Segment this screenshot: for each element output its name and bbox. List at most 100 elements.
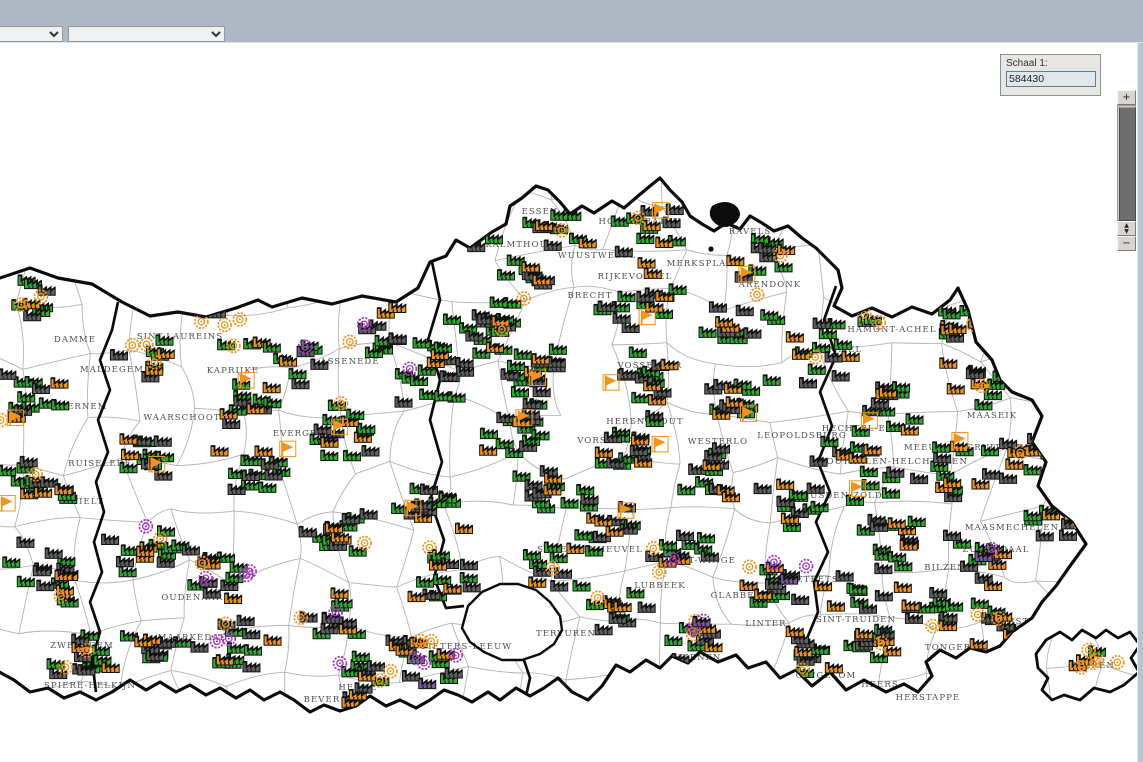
factory-icon-orange[interactable]	[827, 601, 844, 611]
factory-icon-gray[interactable]	[237, 616, 254, 626]
factory-icon-green[interactable]	[660, 540, 677, 550]
factory-icon-gray[interactable]	[622, 323, 639, 333]
factory-icon-gray[interactable]	[875, 281, 892, 291]
flag-marker-orange[interactable]	[652, 436, 668, 452]
factory-icon-green[interactable]	[47, 659, 64, 669]
factory-icon-orange[interactable]	[901, 425, 918, 435]
factory-icon-green[interactable]	[975, 400, 992, 410]
factory-icon-green[interactable]	[629, 347, 646, 357]
factory-icon-gray[interactable]	[832, 371, 849, 381]
factory-icon-orange[interactable]	[705, 642, 722, 652]
factory-icon-green[interactable]	[549, 344, 566, 354]
factory-icon-gray[interactable]	[497, 413, 514, 423]
ring-marker-orange[interactable]	[218, 318, 231, 331]
factory-icon-orange[interactable]	[264, 635, 281, 645]
factory-icon-orange[interactable]	[1026, 446, 1043, 456]
factory-icon-green[interactable]	[699, 327, 716, 337]
factory-icon-gray[interactable]	[360, 509, 377, 519]
ring-marker-orange[interactable]	[517, 292, 530, 305]
factory-icon-gray[interactable]	[934, 453, 951, 463]
factory-icon-orange[interactable]	[23, 299, 40, 309]
factory-icon-gray[interactable]	[930, 588, 947, 598]
factory-icon-gray[interactable]	[613, 313, 630, 323]
factory-icon-green[interactable]	[120, 463, 137, 473]
factory-icon-orange[interactable]	[35, 487, 52, 497]
factory-icon-orange[interactable]	[614, 602, 631, 612]
factory-icon-gray[interactable]	[243, 662, 260, 672]
factory-icon-orange[interactable]	[850, 289, 867, 299]
factory-icon-gray[interactable]	[744, 328, 761, 338]
factory-icon-gray[interactable]	[709, 302, 726, 312]
factory-icon-gray[interactable]	[876, 292, 893, 302]
factory-icon-green[interactable]	[244, 645, 261, 655]
flag-marker-orange[interactable]	[280, 441, 296, 457]
factory-icon-gray[interactable]	[836, 571, 853, 581]
factory-icon-gray[interactable]	[402, 671, 419, 681]
factory-icon-green[interactable]	[514, 349, 531, 359]
flag-marker-orange[interactable]	[603, 375, 619, 391]
factory-icon-gray[interactable]	[395, 397, 412, 407]
factory-icon-gray[interactable]	[243, 629, 260, 639]
zoom-in-button[interactable]: +	[1117, 90, 1136, 105]
factory-icon-orange[interactable]	[1064, 510, 1081, 520]
factory-icon-green[interactable]	[763, 375, 780, 385]
factory-icon-green[interactable]	[349, 546, 366, 556]
factory-icon-gray[interactable]	[615, 247, 632, 257]
factory-icon-orange[interactable]	[902, 600, 919, 610]
factory-icon-orange[interactable]	[480, 445, 497, 455]
factory-icon-gray[interactable]	[223, 418, 240, 428]
factory-icon-orange[interactable]	[536, 220, 553, 230]
factory-icon-green[interactable]	[882, 488, 899, 498]
factory-icon-green[interactable]	[573, 581, 590, 591]
factory-icon-orange[interactable]	[947, 384, 964, 394]
factory-icon-gray[interactable]	[367, 661, 384, 671]
factory-icon-orange[interactable]	[486, 342, 503, 352]
ring-marker-orange[interactable]	[743, 560, 756, 573]
factory-icon-gray[interactable]	[875, 591, 892, 601]
factory-icon-gray[interactable]	[890, 288, 907, 298]
factory-icon-orange[interactable]	[455, 523, 472, 533]
factory-icon-green[interactable]	[417, 577, 434, 587]
factory-icon-green[interactable]	[761, 310, 778, 320]
factory-icon-green[interactable]	[498, 270, 515, 280]
scale-input[interactable]	[1006, 71, 1096, 87]
factory-icon-gray[interactable]	[975, 573, 992, 583]
factory-icon-gray[interactable]	[807, 483, 824, 493]
factory-icon-green[interactable]	[289, 369, 306, 379]
factory-icon-gray[interactable]	[905, 613, 922, 623]
factory-icon-orange[interactable]	[1055, 498, 1072, 508]
factory-icon-orange[interactable]	[102, 663, 119, 673]
factory-icon-green[interactable]	[946, 601, 963, 611]
factory-icon-gray[interactable]	[45, 548, 62, 558]
factory-icon-gray[interactable]	[20, 457, 37, 467]
factory-icon-orange[interactable]	[716, 317, 733, 327]
factory-icon-green[interactable]	[943, 309, 960, 319]
factory-icon-green[interactable]	[618, 292, 635, 302]
factory-icon-gray[interactable]	[595, 625, 612, 635]
ring-marker-purple[interactable]	[333, 657, 346, 670]
factory-icon-orange[interactable]	[263, 383, 280, 393]
factory-icon-green[interactable]	[443, 314, 460, 324]
factory-icon-gray[interactable]	[581, 494, 598, 504]
factory-icon-green[interactable]	[1024, 465, 1041, 475]
factory-icon-green[interactable]	[665, 635, 682, 645]
factory-icon-gray[interactable]	[445, 668, 462, 678]
factory-icon-gray[interactable]	[701, 551, 718, 561]
factory-icon-green[interactable]	[575, 530, 592, 540]
factory-icon-orange[interactable]	[331, 588, 348, 598]
factory-icon-green[interactable]	[511, 387, 528, 397]
factory-icon-gray[interactable]	[292, 379, 309, 389]
ring-marker-orange[interactable]	[1073, 516, 1086, 529]
factory-icon-green[interactable]	[632, 393, 649, 403]
factory-icon-orange[interactable]	[894, 582, 911, 592]
flag-marker-orange[interactable]	[0, 496, 15, 512]
factory-icon-green[interactable]	[259, 482, 276, 492]
factory-icon-green[interactable]	[352, 652, 369, 662]
factory-icon-orange[interactable]	[532, 354, 549, 364]
factory-icon-orange[interactable]	[444, 583, 461, 593]
factory-icon-green[interactable]	[775, 262, 792, 272]
factory-icon-gray[interactable]	[191, 642, 208, 652]
factory-icon-orange[interactable]	[1006, 459, 1023, 469]
factory-icon-orange[interactable]	[825, 663, 842, 673]
factory-icon-green[interactable]	[669, 284, 686, 294]
